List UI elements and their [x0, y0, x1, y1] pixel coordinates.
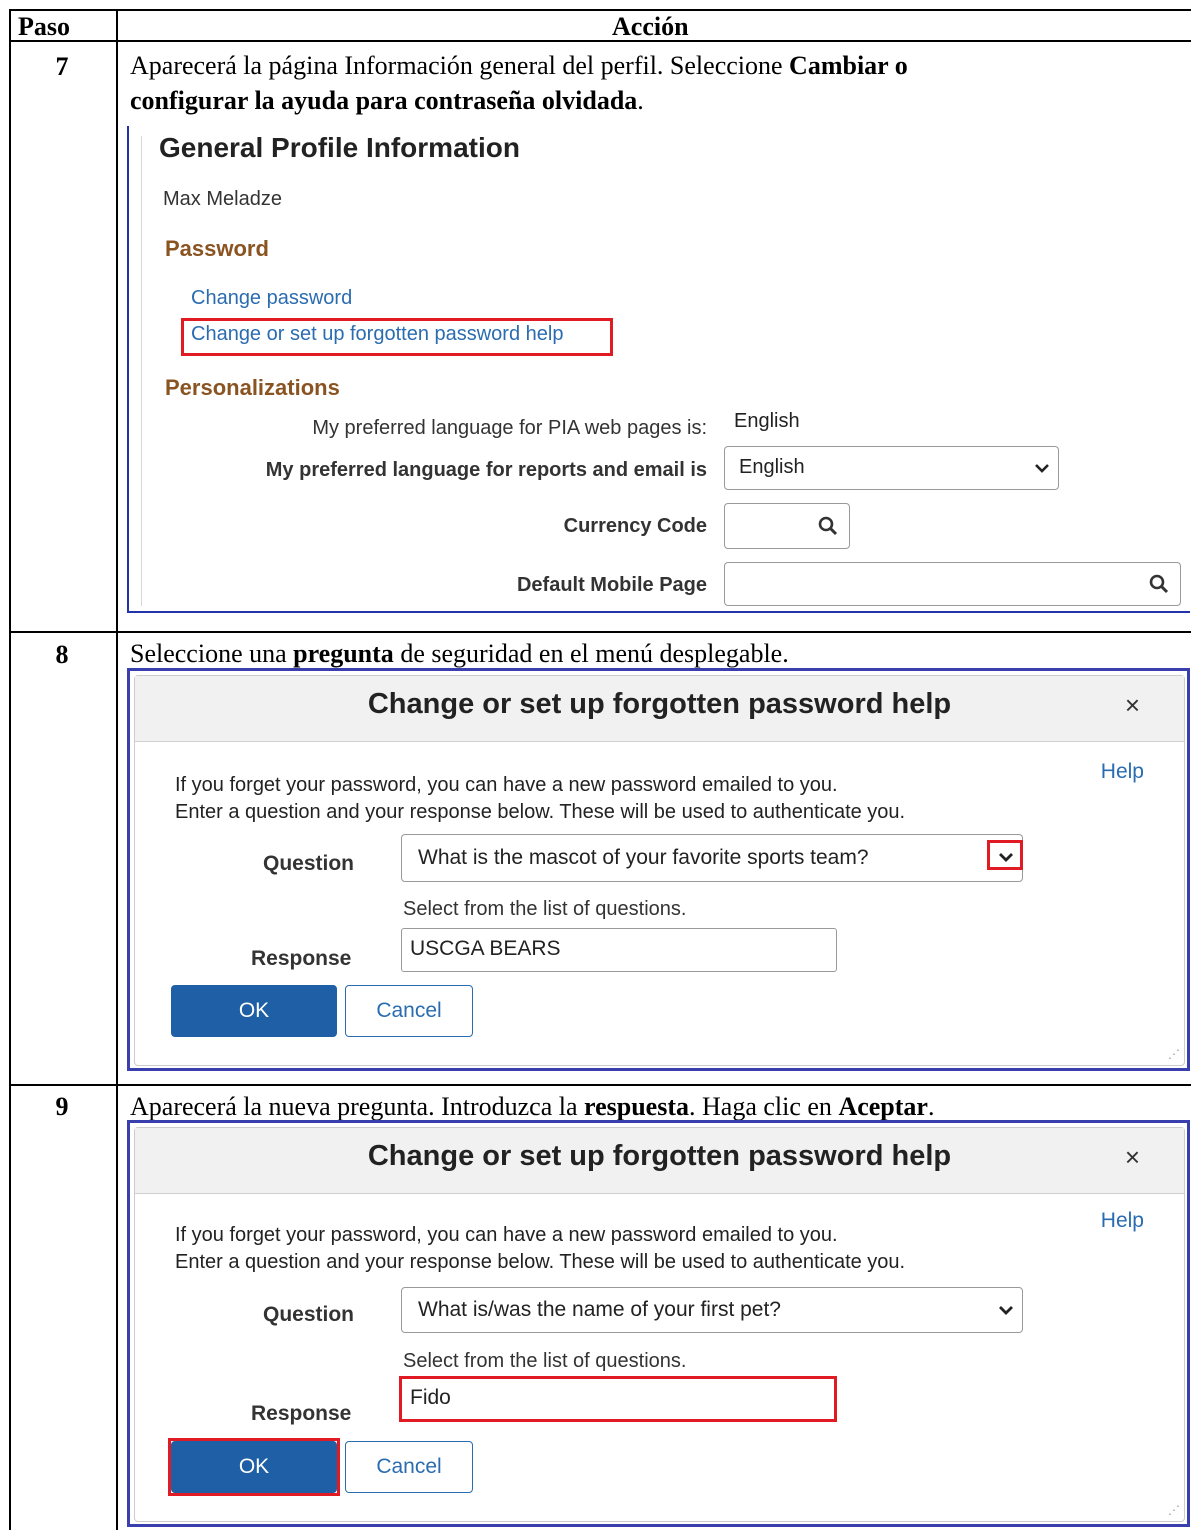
profile-screenshot: General Profile Information Max Meladze …: [127, 126, 1190, 613]
highlight-box: [987, 840, 1023, 870]
step-instruction: Aparecerá la nueva pregunta. Introduzca …: [130, 1089, 934, 1124]
dialog-text-line: If you forget your password, you can hav…: [175, 774, 838, 796]
instruction-bold: respuesta: [584, 1092, 689, 1121]
question-value: What is the mascot of your favorite spor…: [418, 846, 869, 869]
dialog-title: Change or set up forgotten password help: [367, 1140, 952, 1172]
resize-grip-icon[interactable]: ⋰: [1168, 1047, 1180, 1061]
dialog-instructions: If you forget your password, you can hav…: [175, 772, 905, 826]
step-number: 9: [55, 1092, 69, 1121]
dialog-text-line: If you forget your password, you can hav…: [175, 1224, 838, 1246]
instruction-text: .: [637, 86, 644, 115]
row-divider: [9, 1084, 1191, 1086]
row-divider: [9, 631, 1191, 633]
highlight-box: [168, 1438, 340, 1496]
highlight-box: [399, 1376, 837, 1422]
dialog-header: Change or set up forgotten password help…: [135, 1128, 1184, 1194]
currency-code-input[interactable]: [724, 503, 850, 549]
response-label: Response: [251, 947, 352, 970]
report-language-select[interactable]: English: [724, 446, 1059, 490]
password-section-heading: Password: [165, 236, 269, 261]
report-language-label: My preferred language for reports and em…: [265, 459, 707, 481]
action-column-header: Acción: [612, 12, 689, 41]
question-hint: Select from the list of questions.: [403, 1350, 687, 1372]
question-select[interactable]: What is/was the name of your first pet?: [401, 1287, 1023, 1333]
instruction-text: Aparecerá la página Información general …: [130, 51, 790, 80]
dialog-frame: Change or set up forgotten password help…: [134, 675, 1185, 1066]
instruction-text: . Haga clic en: [689, 1092, 839, 1121]
table-top-border: [9, 9, 1191, 11]
instruction-text: .: [927, 1092, 935, 1121]
instruction-bold: Aceptar: [838, 1092, 928, 1121]
user-name: Max Meladze: [163, 188, 282, 210]
highlight-box: [181, 318, 613, 356]
currency-code-label: Currency Code: [563, 515, 707, 537]
pia-language-label: My preferred language for PIA web pages …: [312, 417, 707, 439]
report-language-value: English: [739, 456, 805, 478]
search-icon[interactable]: [1148, 573, 1170, 595]
response-label: Response: [251, 1402, 352, 1425]
instruction-bold: pregunta: [293, 639, 394, 668]
dialog-screenshot: Change or set up forgotten password help…: [127, 668, 1190, 1071]
default-mobile-page-label: Default Mobile Page: [516, 574, 707, 596]
step-number: 7: [55, 52, 69, 81]
instruction-bold: Cambiar o: [789, 51, 908, 80]
step-instruction: Aparecerá la página Información general …: [130, 48, 908, 118]
dialog-instructions: If you forget your password, you can hav…: [175, 1222, 905, 1276]
dialog-text-line: Enter a question and your response below…: [175, 801, 906, 823]
chevron-down-icon[interactable]: [996, 1302, 1016, 1320]
default-mobile-page-input[interactable]: [724, 562, 1181, 606]
instruction-bold: configurar la ayuda para contraseña olvi…: [130, 86, 638, 115]
header-divider: [9, 40, 1191, 42]
help-link[interactable]: Help: [1101, 760, 1144, 784]
search-icon[interactable]: [817, 515, 839, 537]
personalizations-section-heading: Personalizations: [165, 375, 340, 400]
step-number: 8: [55, 640, 69, 669]
instruction-text: de seguridad en el menú desplegable.: [393, 639, 789, 668]
resize-grip-icon[interactable]: ⋰: [1168, 1503, 1180, 1517]
question-label: Question: [263, 852, 355, 875]
dialog-frame: Change or set up forgotten password help…: [134, 1127, 1185, 1522]
question-hint: Select from the list of questions.: [403, 898, 687, 920]
response-input[interactable]: USCGA BEARS: [401, 928, 837, 972]
pia-language-value: English: [734, 410, 800, 432]
instruction-text: Aparecerá la nueva pregunta. Introduzca …: [130, 1092, 585, 1121]
dialog-header: Change or set up forgotten password help…: [135, 676, 1184, 742]
question-label: Question: [263, 1303, 355, 1326]
page-title: General Profile Information: [159, 132, 520, 163]
ok-button[interactable]: OK: [171, 985, 337, 1037]
response-value: USCGA BEARS: [410, 937, 561, 960]
step-column-header: Paso: [18, 12, 70, 41]
instruction-text: Seleccione una: [130, 639, 294, 668]
cancel-button[interactable]: Cancel: [345, 1441, 473, 1493]
step-instruction: Seleccione una pregunta de seguridad en …: [130, 636, 789, 671]
dialog-title: Change or set up forgotten password help: [367, 688, 952, 720]
dialog-text-line: Enter a question and your response below…: [175, 1251, 906, 1273]
dialog-screenshot: Change or set up forgotten password help…: [127, 1120, 1190, 1527]
cancel-button[interactable]: Cancel: [345, 985, 473, 1037]
chevron-down-icon: [1035, 464, 1049, 473]
close-icon[interactable]: ×: [1125, 1142, 1140, 1173]
close-icon[interactable]: ×: [1125, 690, 1140, 721]
question-value: What is/was the name of your first pet?: [418, 1298, 781, 1321]
table-left-border: [9, 9, 11, 1530]
column-divider: [116, 9, 118, 1530]
change-password-link[interactable]: Change password: [191, 287, 352, 310]
help-link[interactable]: Help: [1101, 1209, 1144, 1233]
question-select[interactable]: What is the mascot of your favorite spor…: [401, 834, 1023, 882]
panel-rule: [141, 136, 142, 606]
